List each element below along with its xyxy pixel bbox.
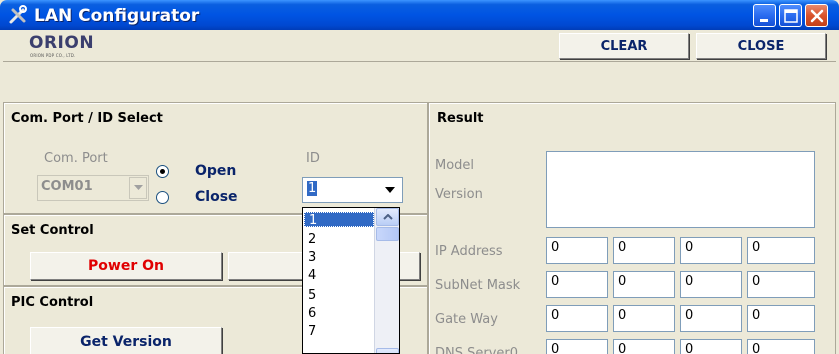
minimize-icon: [760, 19, 768, 22]
scroll-thumb[interactable]: [376, 227, 399, 241]
maximize-button[interactable]: [779, 4, 802, 27]
subnet-octet-3[interactable]: 0: [680, 271, 742, 298]
model-version-field[interactable]: [546, 151, 815, 228]
result-group: Result Model Version IP Address 0 0 0 0 …: [428, 102, 836, 354]
orion-logo: ORION ORION PDP CO., LTD.: [29, 33, 99, 60]
id-option[interactable]: 5: [304, 288, 374, 303]
subnet-mask-label: SubNet Mask: [435, 278, 521, 293]
dns-server-label: DNS Server0: [435, 346, 519, 354]
subnet-octet-2[interactable]: 0: [613, 271, 675, 298]
close-button[interactable]: CLOSE: [696, 33, 826, 59]
header-toolbar: ORION ORION PDP CO., LTD. CLEAR CLOSE: [3, 30, 836, 62]
dns-octet-3[interactable]: 0: [680, 339, 742, 354]
gateway-label: Gate Way: [435, 312, 498, 327]
close-radio[interactable]: [156, 191, 169, 204]
maximize-icon: [784, 9, 798, 23]
window-close-button[interactable]: [805, 4, 828, 27]
ip-octet-4[interactable]: 0: [747, 237, 815, 264]
lan-configurator-window: LAN Configurator ORION ORION PDP CO., LT…: [0, 0, 839, 354]
com-port-value: COM01: [41, 179, 93, 194]
window-title: LAN Configurator: [34, 6, 200, 26]
set-control-title: Set Control: [11, 223, 94, 238]
minimize-button[interactable]: [753, 4, 776, 27]
gateway-octet-2[interactable]: 0: [613, 305, 675, 332]
scroll-up-button[interactable]: [376, 208, 399, 226]
dns-octet-2[interactable]: 0: [613, 339, 675, 354]
tools-icon: [9, 5, 27, 24]
id-label: ID: [306, 151, 320, 166]
open-label[interactable]: Open: [195, 163, 236, 179]
result-title: Result: [437, 111, 484, 126]
chevron-down-icon[interactable]: [129, 177, 147, 199]
gateway-octet-3[interactable]: 0: [680, 305, 742, 332]
id-option[interactable]: 6: [304, 306, 374, 321]
model-label: Model: [435, 158, 475, 173]
gateway-octet-1[interactable]: 0: [546, 305, 608, 332]
clear-button[interactable]: CLEAR: [559, 33, 689, 59]
dns-octet-4[interactable]: 0: [747, 339, 815, 354]
logo-text: ORION: [29, 33, 95, 53]
subnet-octet-4[interactable]: 0: [747, 271, 815, 298]
power-on-button[interactable]: Power On: [30, 252, 222, 280]
id-option[interactable]: 7: [304, 324, 374, 339]
pic-control-title: PIC Control: [11, 295, 94, 310]
dns-octet-1[interactable]: 0: [546, 339, 608, 354]
com-port-label: Com. Port: [44, 151, 108, 166]
open-radio[interactable]: [156, 165, 169, 178]
id-option[interactable]: 3: [304, 250, 374, 265]
gateway-octet-4[interactable]: 0: [747, 305, 815, 332]
id-option[interactable]: 1: [304, 212, 374, 228]
scroll-down-button[interactable]: [376, 348, 399, 353]
chevron-down-icon[interactable]: [379, 179, 401, 201]
ip-octet-2[interactable]: 0: [613, 237, 675, 264]
close-icon: [810, 9, 824, 23]
id-value: 1: [307, 181, 318, 196]
version-label: Version: [435, 187, 483, 202]
com-port-select[interactable]: COM01: [37, 175, 149, 201]
subnet-octet-1[interactable]: 0: [546, 271, 608, 298]
chevron-up-icon: [382, 214, 393, 220]
id-option[interactable]: 2: [304, 232, 374, 247]
title-bar[interactable]: LAN Configurator: [0, 0, 839, 30]
com-port-group: Com. Port / ID Select Com. Port COM01 Op…: [3, 102, 428, 214]
logo-subtitle: ORION PDP CO., LTD.: [30, 53, 76, 58]
id-select[interactable]: 1: [302, 177, 403, 203]
id-option[interactable]: 4: [304, 268, 374, 283]
com-port-title: Com. Port / ID Select: [11, 111, 163, 126]
ip-address-label: IP Address: [435, 244, 503, 259]
close-radio-label[interactable]: Close: [195, 189, 238, 205]
id-dropdown-list[interactable]: 1 2 3 4 5 6 7: [302, 207, 400, 354]
ip-octet-1[interactable]: 0: [546, 237, 608, 264]
dropdown-scrollbar[interactable]: [374, 208, 399, 353]
ip-octet-3[interactable]: 0: [680, 237, 742, 264]
get-version-button[interactable]: Get Version: [30, 327, 222, 354]
